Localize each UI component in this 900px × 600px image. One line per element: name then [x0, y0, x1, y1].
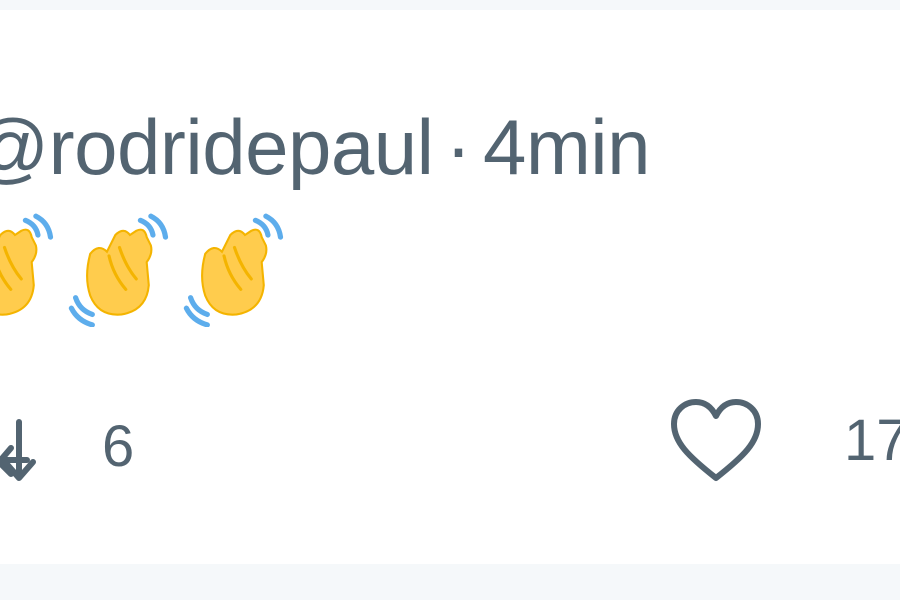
clapping-hands-emoji — [183, 213, 284, 327]
retweet-count: 6 — [102, 414, 135, 479]
timestamp[interactable]: 4min — [483, 103, 651, 191]
like-button[interactable]: 17 — [668, 396, 900, 486]
clapping-hands-emoji — [0, 213, 54, 316]
retweet-button[interactable]: 6 — [0, 408, 134, 486]
reply-card[interactable]: @rodridepaul · 4min 6 17 — [0, 10, 900, 564]
clapping-hands-emoji — [68, 213, 169, 327]
meta-separator: · — [445, 103, 471, 191]
reply-meta: @rodridepaul · 4min — [0, 102, 651, 192]
user-handle[interactable]: @rodridepaul — [0, 103, 434, 191]
retweet-icon — [0, 419, 36, 481]
heart-icon — [671, 399, 761, 481]
reply-text — [0, 212, 287, 332]
like-count: 17 — [844, 408, 900, 473]
